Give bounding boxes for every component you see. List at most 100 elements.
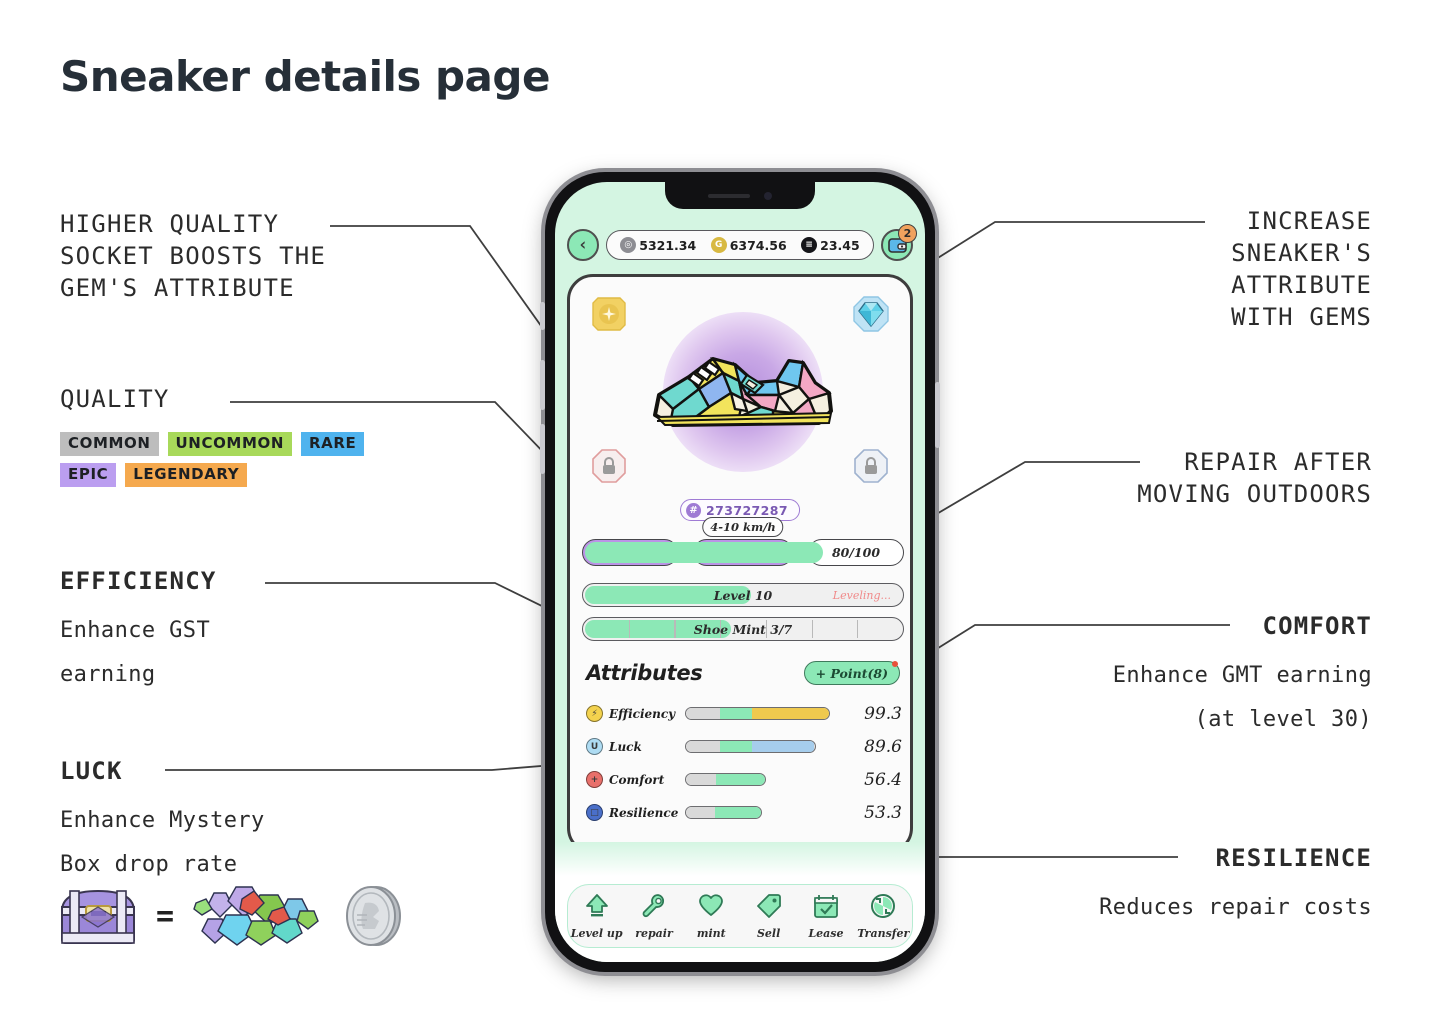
currency-balance-pill: ◎ 5321.34 G 6374.56 ≡ 23.45 <box>606 230 874 260</box>
action-mint[interactable]: mint <box>683 893 739 940</box>
phone-mute-switch[interactable] <box>540 302 545 330</box>
level-progress-bar[interactable]: Level 10 Leveling... <box>582 583 904 607</box>
wrench-icon <box>641 893 667 923</box>
attribute-value: 53.3 <box>864 802 902 823</box>
attribute-name: Efficiency <box>609 706 676 721</box>
annotation-luck: LUCK Enhance Mystery Box drop rate <box>60 755 420 887</box>
add-point-button[interactable]: + Point(8) <box>803 661 900 685</box>
attribute-row: ⚡ Efficiency 99.3 <box>586 697 902 730</box>
attribute-name: Resilience <box>609 805 679 820</box>
gst-coin-icon: ◎ <box>620 237 637 253</box>
currency-value: 23.45 <box>820 237 860 253</box>
attribute-resilience-icon: □ <box>586 804 603 821</box>
wallet-notification-badge: 2 <box>898 224 917 243</box>
level-status-label: Leveling... <box>832 588 891 602</box>
screen-gradient-fade <box>555 842 925 876</box>
attribute-green-segment <box>720 708 752 719</box>
infographic-root: Sneaker details page HIGHER QUALITY SOCK… <box>0 0 1450 1018</box>
attribute-name: Comfort <box>609 772 665 787</box>
attribute-value: 56.4 <box>864 769 902 790</box>
attribute-efficiency-icon: ⚡ <box>586 705 603 722</box>
hash-icon: # <box>686 502 702 518</box>
attribute-gem-segment <box>751 708 829 719</box>
attribute-green-segment <box>715 774 766 785</box>
phone-notch <box>665 182 815 209</box>
phone-mockup: ‹ ◎ 5321.34 G 6374.56 ≡ 23.45 2 # 273727… <box>540 172 940 972</box>
earpiece-speaker <box>708 193 750 198</box>
attributes-header: Attributes + Point(8) <box>586 661 900 685</box>
annotation-higher-quality-text: HIGHER QUALITY SOCKET BOOSTS THE GEM'S A… <box>60 210 327 302</box>
attribute-row: U Luck 89.6 <box>586 730 902 763</box>
action-label: repair <box>635 926 673 940</box>
action-label: Level up <box>570 926 623 940</box>
transfer-refresh-icon <box>870 893 896 923</box>
quality-chip-uncommon: UNCOMMON <box>167 432 292 456</box>
annotation-comfort: COMFORT Enhance GMT earning (at level 30… <box>952 610 1372 742</box>
action-transfer[interactable]: Transfer <box>855 893 911 940</box>
annotation-efficiency-title: EFFICIENCY <box>60 567 217 595</box>
price-tag-icon <box>756 893 782 923</box>
quality-chip-epic: EPIC <box>60 463 117 487</box>
treasure-chest-icon <box>60 889 136 944</box>
action-label: Sell <box>756 926 781 940</box>
attribute-row: + Comfort 56.4 <box>586 763 902 796</box>
attribute-row: □ Resilience 53.3 <box>586 796 902 829</box>
app-topbar: ‹ ◎ 5321.34 G 6374.56 ≡ 23.45 2 <box>555 224 925 264</box>
annotation-repair-text: REPAIR AFTER MOVING OUTDOORS <box>1137 448 1372 508</box>
action-sell[interactable]: Sell <box>741 893 797 940</box>
heart-icon <box>698 893 724 923</box>
annotation-luck-body: Enhance Mystery Box drop rate <box>60 808 265 877</box>
attribute-gem-segment <box>751 741 815 752</box>
attribute-progress-track <box>685 707 830 720</box>
action-lease[interactable]: Lease <box>798 893 854 940</box>
durability-badge[interactable]: 80/100 <box>585 539 904 566</box>
currency-gmt-coin: G 6374.56 <box>710 237 787 253</box>
attribute-progress-track <box>685 740 816 753</box>
gem-pile-icon <box>193 886 319 946</box>
durability-fill <box>585 542 824 563</box>
shoe-mint-bar[interactable]: Shoe Mint 3/7 <box>582 617 904 641</box>
annotation-efficiency-body: Enhance GST earning <box>60 618 211 687</box>
action-level-up[interactable]: Level up <box>569 893 625 940</box>
attribute-progress-track <box>685 773 767 786</box>
speed-range-tooltip: 4-10 km/h <box>702 517 784 537</box>
phone-volume-down-button[interactable] <box>540 424 545 474</box>
phone-volume-up-button[interactable] <box>540 360 545 410</box>
currency-value: 6374.56 <box>729 237 787 253</box>
quality-chip-legendary: LEGENDARY <box>125 463 248 487</box>
sol-coin-icon: ≡ <box>801 237 818 253</box>
annotation-increase-gems: INCREASE SNEAKER'S ATTRIBUTE WITH GEMS <box>1032 205 1372 333</box>
mystery-box-equation: = <box>58 885 407 947</box>
attribute-value: 99.3 <box>864 703 902 724</box>
action-label: mint <box>696 926 726 940</box>
action-label: Transfer <box>857 926 910 940</box>
phone-power-button[interactable] <box>935 382 940 448</box>
currency-gst-coin: ◎ 5321.34 <box>620 237 696 253</box>
calendar-check-icon <box>813 893 839 923</box>
attributes-title: Attributes <box>586 661 703 685</box>
shoe-mint-label: Shoe Mint 3/7 <box>693 621 793 637</box>
annotation-resilience-body: Reduces repair costs <box>1099 895 1372 920</box>
equals-sign: = <box>156 898 175 934</box>
annotation-efficiency: EFFICIENCY Enhance GST earning <box>60 565 400 697</box>
gmt-coin-icon: G <box>710 237 727 253</box>
wallet-button[interactable]: 2 <box>881 224 917 261</box>
annotation-increase-gems-text: INCREASE SNEAKER'S ATTRIBUTE WITH GEMS <box>1231 207 1372 331</box>
action-repair[interactable]: repair <box>626 893 682 940</box>
sneaker-badge-row: Epic 4-10 km/h Jogger 80/100 <box>582 517 904 566</box>
quality-chip-common: COMMON <box>60 432 159 456</box>
sneaker-icon <box>653 356 833 427</box>
attribute-progress-track <box>685 806 762 819</box>
annotation-luck-title: LUCK <box>60 757 123 785</box>
attribute-list: ⚡ Efficiency 99.3 U Luck 89.6 + Comfort 56.4 □ Res… <box>586 697 902 829</box>
attribute-base-segment <box>686 774 716 785</box>
sneaker-id-number: 273727287 <box>706 502 788 518</box>
action-toolbar: Level up repair mint Sell Lease Transfer <box>567 884 913 948</box>
annotation-resilience-title: RESILIENCE <box>1215 844 1372 872</box>
add-point-alert-dot <box>892 661 898 667</box>
page-title: Sneaker details page <box>60 52 550 101</box>
currency-sol-coin: ≡ 23.45 <box>801 237 860 253</box>
attribute-base-segment <box>686 741 721 752</box>
quality-chip-rare: RARE <box>300 432 365 456</box>
back-button[interactable]: ‹ <box>567 229 599 261</box>
